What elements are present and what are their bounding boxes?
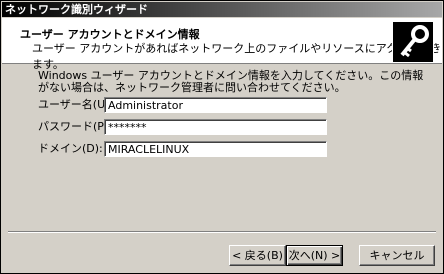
- next-button[interactable]: 次へ(N) >: [286, 245, 343, 266]
- key-icon: [392, 21, 434, 63]
- intro-text: Windows ユーザー アカウントとドメイン情報を入力してください。この情報が…: [38, 69, 424, 94]
- wizard-body: Windows ユーザー アカウントとドメイン情報を入力してください。この情報が…: [2, 65, 442, 230]
- cancel-button[interactable]: キャンセル: [359, 245, 435, 266]
- username-input[interactable]: [104, 97, 327, 113]
- domain-input[interactable]: [104, 141, 327, 157]
- back-button[interactable]: < 戻る(B): [229, 245, 286, 266]
- title-bar: ネットワーク識別ウィザード: [2, 2, 442, 17]
- button-divider: [8, 231, 436, 233]
- wizard-header: ユーザー アカウントとドメイン情報 ユーザー アカウントがあればネットワーク上の…: [2, 18, 442, 71]
- password-label: パスワード(P):: [38, 120, 112, 133]
- username-label: ユーザー名(U):: [38, 98, 114, 111]
- password-input[interactable]: [104, 119, 327, 135]
- wizard-window: ネットワーク識別ウィザード ユーザー アカウントとドメイン情報 ユーザー アカウ…: [0, 0, 444, 274]
- domain-label: ドメイン(D):: [38, 142, 103, 155]
- window-title: ネットワーク識別ウィザード: [5, 3, 148, 16]
